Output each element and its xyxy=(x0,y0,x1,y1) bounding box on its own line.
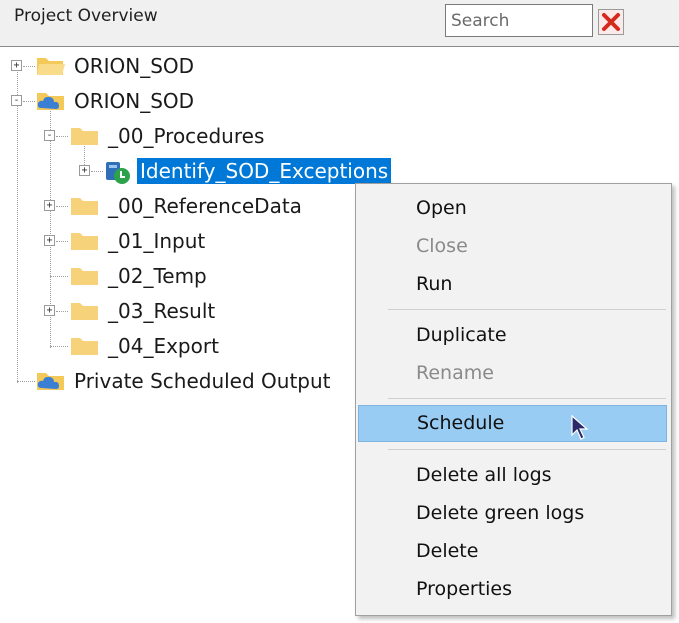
tree-item-label: ORION_SOD xyxy=(74,54,195,78)
tree-item-orion-sod-1[interactable]: + ORION_SOD xyxy=(0,49,300,83)
menu-item-duplicate[interactable]: Duplicate xyxy=(358,317,667,354)
tree-item-00-procedures[interactable]: - _00_Procedures xyxy=(0,119,320,153)
tree-item-04-export[interactable]: _04_Export xyxy=(0,329,260,363)
menu-item-run[interactable]: Run xyxy=(358,266,667,303)
expand-toggle[interactable]: + xyxy=(44,235,55,246)
menu-item-open[interactable]: Open xyxy=(358,190,667,227)
menu-item-properties[interactable]: Properties xyxy=(358,571,667,608)
menu-item-rename[interactable]: Rename xyxy=(358,355,667,392)
tree-item-label: Identify_SOD_Exceptions xyxy=(137,158,392,184)
tree-line xyxy=(56,241,68,242)
menu-separator xyxy=(388,398,666,399)
tree-line xyxy=(56,136,68,137)
tree-item-03-result[interactable]: + _03_Result xyxy=(0,294,260,328)
folder-icon xyxy=(71,338,98,355)
cloud-folder-icon xyxy=(37,93,64,110)
menu-item-delete-green-logs[interactable]: Delete green logs xyxy=(358,495,667,532)
tree-item-label: _00_Procedures xyxy=(108,124,265,148)
clear-search-button[interactable] xyxy=(598,9,624,35)
context-menu: Open Close Run Duplicate Rename Schedule… xyxy=(355,183,672,616)
menu-item-delete-all-logs[interactable]: Delete all logs xyxy=(358,457,667,494)
tree-line xyxy=(56,206,68,207)
expand-toggle[interactable]: + xyxy=(79,165,90,176)
tree-item-label: _02_Temp xyxy=(108,264,207,288)
folder-icon xyxy=(71,233,98,250)
expand-toggle[interactable]: + xyxy=(11,60,22,71)
folder-icon xyxy=(71,268,98,285)
tree-item-label: ORION_SOD xyxy=(74,89,195,113)
tree-item-label: _03_Result xyxy=(108,299,216,323)
red-x-icon xyxy=(602,13,620,31)
tree-item-private-scheduled-output[interactable]: Private Scheduled Output xyxy=(0,364,360,398)
procedure-icon xyxy=(106,162,130,184)
tree-item-00-referencedata[interactable]: + _00_ReferenceData xyxy=(0,189,340,223)
menu-item-close[interactable]: Close xyxy=(358,228,667,265)
mouse-cursor-icon xyxy=(571,414,589,440)
expand-toggle[interactable]: + xyxy=(44,305,55,316)
menu-separator xyxy=(388,309,666,310)
tree-item-label: _00_ReferenceData xyxy=(108,194,302,218)
tree-line xyxy=(50,276,68,277)
folder-icon xyxy=(71,198,98,215)
tree-line xyxy=(23,101,35,102)
tree-line xyxy=(91,171,103,172)
tree-item-02-temp[interactable]: _02_Temp xyxy=(0,259,260,293)
tree-line xyxy=(23,66,35,67)
cloud-folder-icon xyxy=(37,373,64,390)
folder-icon xyxy=(71,128,98,145)
folder-icon xyxy=(71,303,98,320)
menu-separator xyxy=(388,449,666,450)
tree-line xyxy=(50,346,68,347)
tree-item-label: _01_Input xyxy=(108,229,206,253)
search-input[interactable] xyxy=(445,4,593,37)
tree-item-orion-sod-2[interactable]: - ORION_SOD xyxy=(0,84,300,118)
folder-open-icon xyxy=(37,58,65,75)
expand-toggle[interactable]: + xyxy=(44,200,55,211)
tree-item-01-input[interactable]: + _01_Input xyxy=(0,224,260,258)
tree-line xyxy=(56,311,68,312)
project-overview-header: Project Overview xyxy=(0,0,679,47)
collapse-toggle[interactable]: - xyxy=(44,130,55,141)
collapse-toggle[interactable]: - xyxy=(11,95,22,106)
tree-item-label: _04_Export xyxy=(108,334,219,358)
tree-line xyxy=(17,381,35,382)
panel-title: Project Overview xyxy=(14,6,158,26)
menu-item-delete[interactable]: Delete xyxy=(358,533,667,570)
menu-item-schedule[interactable]: Schedule xyxy=(358,405,667,442)
tree-item-label: Private Scheduled Output xyxy=(74,369,331,393)
